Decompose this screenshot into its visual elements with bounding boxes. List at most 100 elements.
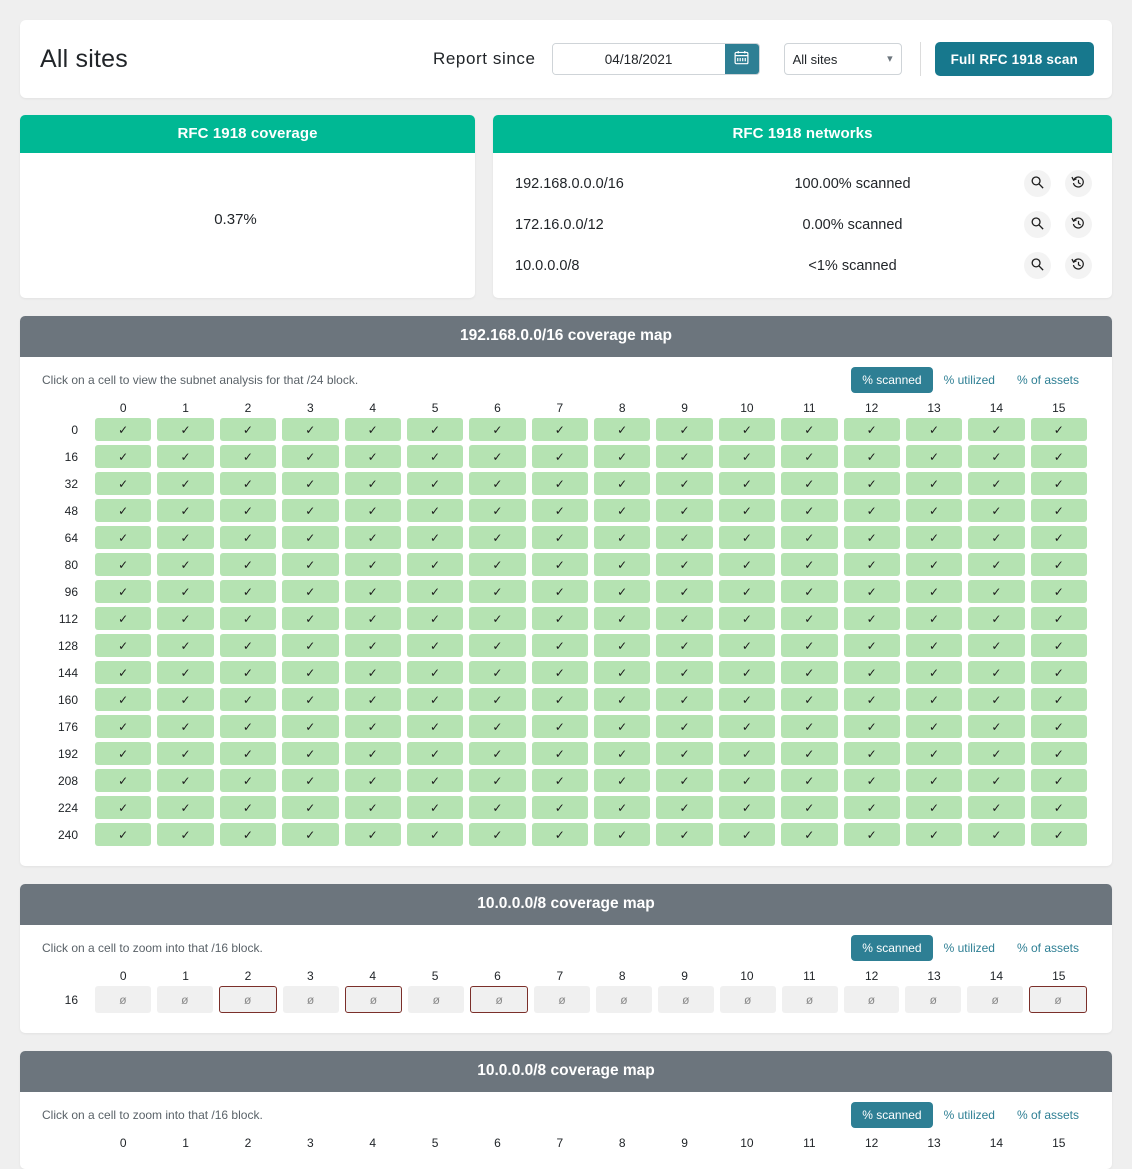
coverage-cell[interactable]: ✓ [345, 607, 401, 630]
coverage-cell[interactable]: ✓ [719, 526, 775, 549]
coverage-cell[interactable]: ✓ [656, 526, 712, 549]
metric-toggle-assets[interactable]: % of assets [1006, 1102, 1090, 1128]
coverage-cell[interactable]: ✓ [407, 715, 463, 738]
coverage-cell[interactable]: ✓ [781, 796, 837, 819]
coverage-cell[interactable]: ✓ [157, 418, 213, 441]
metric-toggle-scanned[interactable]: % scanned [851, 935, 932, 961]
coverage-cell[interactable]: ✓ [656, 418, 712, 441]
coverage-cell[interactable]: ✓ [407, 607, 463, 630]
coverage-cell[interactable]: ✓ [656, 472, 712, 495]
coverage-cell[interactable]: ✓ [906, 688, 962, 711]
coverage-cell[interactable]: ✓ [594, 796, 650, 819]
coverage-cell[interactable]: ✓ [220, 499, 276, 522]
coverage-cell[interactable]: ø [1029, 986, 1087, 1013]
coverage-cell[interactable]: ✓ [407, 634, 463, 657]
coverage-cell[interactable]: ✓ [906, 526, 962, 549]
coverage-cell[interactable]: ✓ [906, 472, 962, 495]
coverage-cell[interactable]: ✓ [469, 823, 525, 846]
coverage-cell[interactable]: ✓ [781, 634, 837, 657]
metric-toggle-scanned[interactable]: % scanned [851, 1102, 932, 1128]
coverage-cell[interactable]: ✓ [719, 472, 775, 495]
coverage-cell[interactable]: ✓ [157, 580, 213, 603]
coverage-cell[interactable]: ✓ [220, 661, 276, 684]
coverage-cell[interactable]: ✓ [844, 472, 900, 495]
coverage-cell[interactable]: ✓ [781, 580, 837, 603]
coverage-cell[interactable]: ✓ [719, 796, 775, 819]
coverage-cell[interactable]: ✓ [532, 742, 588, 765]
coverage-cell[interactable]: ✓ [719, 553, 775, 576]
coverage-cell[interactable]: ✓ [844, 796, 900, 819]
coverage-cell[interactable]: ✓ [407, 796, 463, 819]
coverage-cell[interactable]: ✓ [719, 661, 775, 684]
coverage-cell[interactable]: ✓ [594, 769, 650, 792]
coverage-cell[interactable]: ✓ [469, 715, 525, 738]
coverage-cell[interactable]: ✓ [220, 742, 276, 765]
coverage-cell[interactable]: ✓ [968, 769, 1024, 792]
coverage-cell[interactable]: ✓ [95, 607, 151, 630]
coverage-cell[interactable]: ✓ [282, 742, 338, 765]
calendar-button[interactable] [725, 44, 759, 74]
coverage-cell[interactable]: ✓ [656, 688, 712, 711]
coverage-cell[interactable]: ✓ [594, 742, 650, 765]
coverage-cell[interactable]: ✓ [532, 472, 588, 495]
coverage-cell[interactable]: ✓ [594, 445, 650, 468]
coverage-cell[interactable]: ✓ [469, 769, 525, 792]
coverage-cell[interactable]: ✓ [95, 445, 151, 468]
coverage-cell[interactable]: ✓ [844, 634, 900, 657]
coverage-cell[interactable]: ✓ [844, 418, 900, 441]
coverage-cell[interactable]: ✓ [469, 634, 525, 657]
coverage-cell[interactable]: ✓ [1031, 418, 1087, 441]
coverage-cell[interactable]: ✓ [407, 742, 463, 765]
coverage-cell[interactable]: ✓ [844, 526, 900, 549]
coverage-cell[interactable]: ✓ [282, 715, 338, 738]
coverage-cell[interactable]: ✓ [968, 580, 1024, 603]
coverage-cell[interactable]: ✓ [656, 796, 712, 819]
coverage-cell[interactable]: ✓ [719, 688, 775, 711]
coverage-cell[interactable]: ✓ [220, 553, 276, 576]
network-history-button[interactable] [1065, 211, 1092, 238]
coverage-cell[interactable]: ✓ [532, 499, 588, 522]
coverage-cell[interactable]: ø [219, 986, 277, 1013]
coverage-cell[interactable]: ✓ [1031, 526, 1087, 549]
coverage-cell[interactable]: ✓ [157, 823, 213, 846]
coverage-cell[interactable]: ✓ [781, 553, 837, 576]
coverage-cell[interactable]: ✓ [1031, 742, 1087, 765]
coverage-cell[interactable]: ✓ [220, 607, 276, 630]
coverage-cell[interactable]: ✓ [719, 715, 775, 738]
coverage-cell[interactable]: ✓ [656, 742, 712, 765]
coverage-cell[interactable]: ✓ [407, 769, 463, 792]
coverage-cell[interactable]: ✓ [968, 688, 1024, 711]
coverage-cell[interactable]: ✓ [1031, 607, 1087, 630]
coverage-cell[interactable]: ✓ [282, 526, 338, 549]
coverage-cell[interactable]: ✓ [407, 418, 463, 441]
coverage-cell[interactable]: ✓ [781, 823, 837, 846]
network-history-button[interactable] [1065, 252, 1092, 279]
coverage-cell[interactable]: ✓ [157, 796, 213, 819]
coverage-cell[interactable]: ✓ [407, 472, 463, 495]
coverage-cell[interactable]: ✓ [906, 661, 962, 684]
coverage-cell[interactable]: ✓ [157, 769, 213, 792]
metric-toggle-utilized[interactable]: % utilized [933, 935, 1006, 961]
coverage-cell[interactable]: ✓ [968, 418, 1024, 441]
coverage-cell[interactable]: ✓ [532, 445, 588, 468]
coverage-cell[interactable]: ✓ [532, 418, 588, 441]
coverage-cell[interactable]: ✓ [719, 499, 775, 522]
coverage-cell[interactable]: ø [596, 986, 652, 1013]
coverage-cell[interactable]: ✓ [469, 688, 525, 711]
coverage-cell[interactable]: ✓ [345, 634, 401, 657]
coverage-cell[interactable]: ✓ [968, 526, 1024, 549]
coverage-cell[interactable]: ✓ [968, 499, 1024, 522]
coverage-cell[interactable]: ✓ [968, 823, 1024, 846]
coverage-cell[interactable]: ✓ [844, 553, 900, 576]
coverage-cell[interactable]: ✓ [781, 418, 837, 441]
coverage-cell[interactable]: ø [782, 986, 838, 1013]
coverage-cell[interactable]: ✓ [157, 472, 213, 495]
coverage-cell[interactable]: ✓ [282, 688, 338, 711]
coverage-cell[interactable]: ✓ [95, 769, 151, 792]
coverage-cell[interactable]: ✓ [532, 715, 588, 738]
coverage-cell[interactable]: ✓ [407, 553, 463, 576]
coverage-cell[interactable]: ✓ [469, 472, 525, 495]
coverage-cell[interactable]: ✓ [1031, 769, 1087, 792]
coverage-cell[interactable]: ✓ [781, 688, 837, 711]
coverage-cell[interactable]: ✓ [1031, 553, 1087, 576]
